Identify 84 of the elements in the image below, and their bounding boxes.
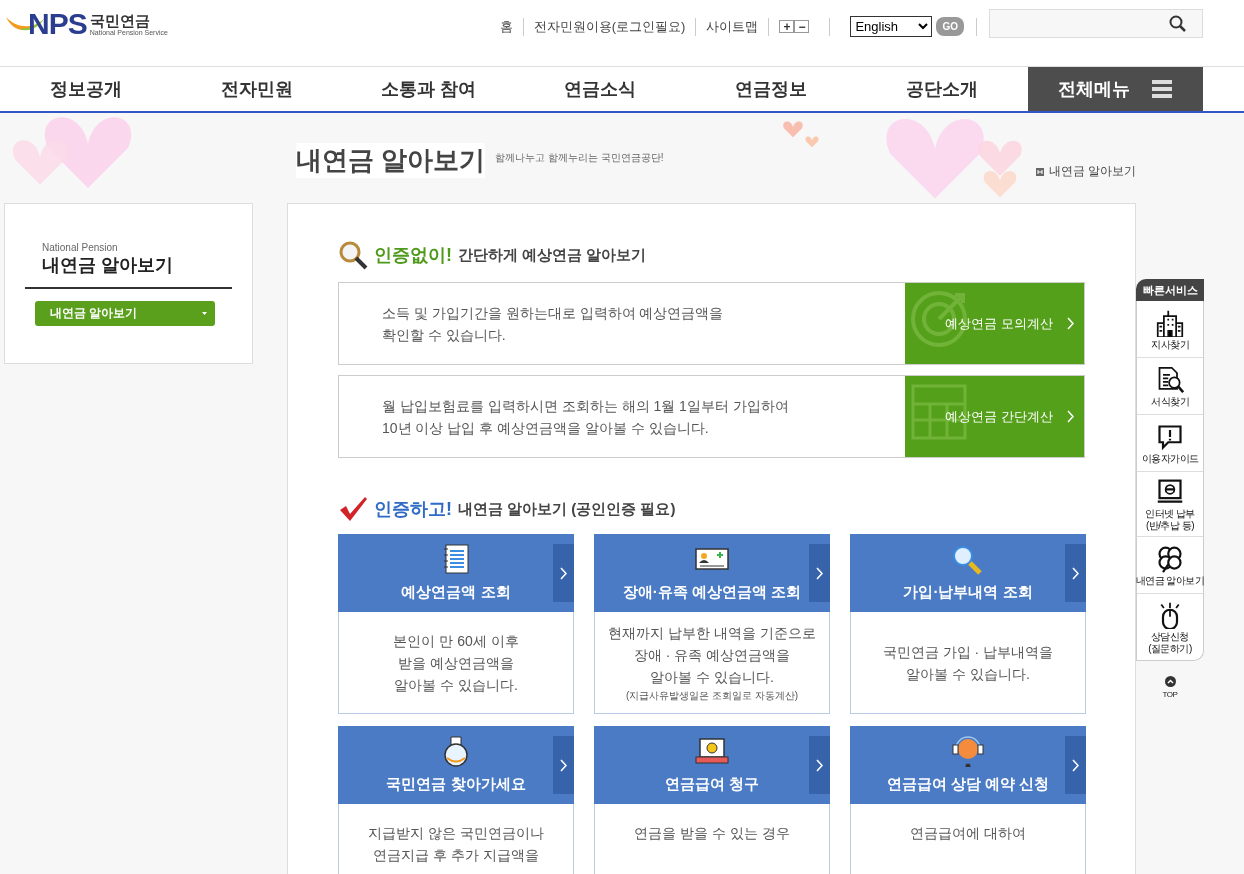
quick-service-link[interactable]: 인터넷 납부 (반/추납 등) [1137,471,1203,536]
card-title: 연금급여 청구 [664,775,760,794]
arrow-button[interactable] [1065,736,1086,794]
building-icon [1156,309,1184,337]
chevron-icon [816,566,823,580]
caret-icon [202,312,207,315]
arrow-button[interactable] [809,736,830,794]
section-heading: 내연금 알아보기 (공인인증 필요) [458,499,676,519]
chevron-icon [816,758,823,772]
card-description: 본인이 만 60세 이후 받을 예상연금액을 알아볼 수 있습니다. [393,631,519,695]
chevron-icon [560,566,567,580]
top-button[interactable]: TOP [1136,671,1204,704]
card-note: (지급사유발생일은 조회일로 자동계산) [625,689,799,703]
document-search-icon [1156,366,1184,394]
card-description: 연금급여에 대하여 [910,824,1026,843]
card-description: 현재까지 납부한 내역을 기준으로 장애 · 유족 예상연금액을 알아볼 수 있습니다. [608,624,816,687]
all-menu-button[interactable]: 전체메뉴 [1027,67,1203,111]
arrow-button[interactable] [809,544,830,602]
card-header[interactable]: 국민연금 찾아가세요 [338,726,574,804]
card-header[interactable]: 예상연금액 조회 [338,534,574,612]
quick-service-link[interactable]: 지사찾기 [1137,301,1203,357]
emphasis-text: 인증하고! [374,498,452,521]
search-icon[interactable] [1169,15,1186,32]
nav-tab[interactable]: 전자민원 [171,67,343,111]
quick-service-link[interactable]: 상담신청 (질문하기) [1137,593,1203,660]
nav-tab[interactable]: 정보공개 [0,67,172,111]
search-field[interactable] [989,9,1203,38]
nav-tab[interactable]: 소통과 참여 [342,67,514,111]
utility-link[interactable]: 전자민원이용(로그인필요) [523,17,697,36]
breadcrumb-text[interactable]: 내연금 알아보기 [1048,163,1136,180]
card-header[interactable]: 연금급여 상담 예약 신청 [850,726,1086,804]
chevron-icon [1072,758,1079,772]
check-icon [338,496,368,522]
logo-name: 국민연금 [89,12,150,29]
card-description: 연금을 받을 수 있는 경우 [634,824,790,843]
arrow-button[interactable] [1065,544,1086,602]
chevron-icon [560,758,567,772]
arrow-button[interactable] [553,736,574,794]
utility-link[interactable]: 사이트맵 [696,17,770,36]
nav-tab[interactable]: 공단소개 [856,67,1028,111]
card-title: 예상연금액 조회 [401,583,511,602]
chevron-icon [1072,566,1079,580]
row-description: 소득 및 가입기간을 원하는대로 입력하여 예상연금액을 확인할 수 있습니다. [381,303,725,345]
chevron-icon [1067,317,1074,330]
up-arrow-icon [1164,676,1176,687]
heart-icon [805,136,819,148]
card-title: 국민연금 찾아가세요 [386,775,526,794]
speech-bubble-icon [1156,423,1184,451]
language-select[interactable]: English [850,16,933,37]
card-title: 장애·유족 예상연금액 조회 [622,583,802,602]
emphasis-text: 인증없이! [374,244,452,267]
card-header[interactable]: 장애·유족 예상연금액 조회 [594,534,830,612]
clover-icon [1156,545,1184,573]
quick-service-link[interactable]: 내연금 알아보기 [1137,536,1203,593]
heart-icon [783,121,803,138]
quick-service-title: 빠른서비스 [1136,279,1204,301]
card-header[interactable]: 가입·납부내역 조회 [850,534,1086,612]
sidebar-title: 내연금 알아보기 [42,254,174,277]
section-heading: 간단하게 예상연금 알아보기 [458,245,647,265]
nav-tab[interactable]: 연금정보 [685,67,857,111]
quick-service-link[interactable]: 서식찾기 [1137,357,1203,414]
card-header[interactable]: 연금급여 청구 [594,726,830,804]
utility-link[interactable]: 홈 [499,17,524,36]
card-title: 연금급여 상담 예약 신청 [886,775,1050,794]
row-description: 월 납입보험료를 입력하시면 조회하는 해의 1월 1일부터 가입하여 10년 이상 납입 후 예상연금액을 알아볼 수 있습니다. [381,396,790,438]
chevron-icon [1067,410,1074,423]
home-icon [1035,167,1044,176]
headset-icon [950,735,986,767]
laptop-icon [694,735,730,767]
menu-icon[interactable] [1152,80,1173,98]
card-description: 지급받지 않은 국민연금이나 연금지급 후 추가 지급액을 [368,824,544,865]
card-description: 국민연금 가입 · 납부내역을 알아볼 수 있습니다. [882,642,1054,684]
page-title: 내연금 알아보기 [296,143,486,178]
monitor-icon [1156,478,1184,506]
arrow-button[interactable] [553,544,574,602]
slogan-text: 함께나누고 함께누리는 국민연금공단! [495,151,664,165]
nav-tab[interactable]: 연금소식 [513,67,686,111]
card-title: 가입·납부내역 조회 [903,583,1033,602]
logo-mark[interactable]: NPS [28,9,87,39]
zoom-in-button[interactable]: + [779,20,795,33]
search-icon [338,240,368,270]
quick-service-link[interactable]: 이용자가이드 [1137,414,1203,471]
sidebar-eyebrow: National Pension [42,242,119,253]
zoom-out-button[interactable]: − [794,20,810,33]
